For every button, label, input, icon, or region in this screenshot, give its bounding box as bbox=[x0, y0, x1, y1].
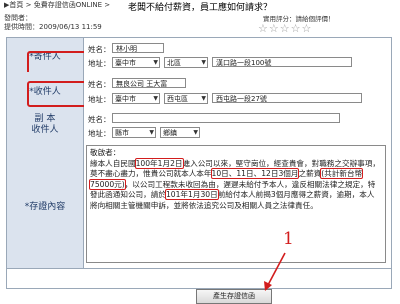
chevron-down-icon: ▼ bbox=[149, 129, 154, 136]
date-label: 提供時間：2009/06/13 11:59 bbox=[4, 23, 102, 31]
sender-row: *寄件人 姓名： 林小明 地址： 臺中市 ▼ 北區 ▼ 漢口路一段100號 bbox=[7, 38, 391, 77]
cc-fields: 姓名： 地址： 縣市 ▼ 鄉鎮 ▼ bbox=[84, 108, 391, 142]
letter-textarea[interactable]: 敬啟者： 緣本人自民國100年1月2日進入公司以來，堅守崗位，經查貴會，對職務之… bbox=[86, 145, 386, 263]
cc-city-select[interactable]: 縣市 ▼ bbox=[112, 127, 156, 138]
recipient-city-select[interactable]: 臺中市 ▼ bbox=[112, 93, 160, 104]
cc-name-label: 姓名： bbox=[88, 115, 111, 124]
chevron-down-icon: ▼ bbox=[193, 129, 198, 136]
content-fields: 敬啟者： 緣本人自民國100年1月2日進入公司以來，堅守崗位，經查貴會，對職務之… bbox=[84, 142, 391, 268]
cc-name-input[interactable] bbox=[112, 113, 340, 123]
chevron-down-icon: ▼ bbox=[201, 95, 206, 102]
recipient-name-input[interactable]: 無良公司 王大富 bbox=[112, 78, 186, 88]
breadcrumb[interactable]: ▶首頁 > 免費存證信函ONLINE > bbox=[4, 0, 110, 10]
sender-address-label: 地址： bbox=[88, 59, 111, 68]
sender-fields: 姓名： 林小明 地址： 臺中市 ▼ 北區 ▼ 漢口路一段100號 bbox=[84, 38, 391, 72]
recipient-highlight-box bbox=[27, 81, 87, 107]
question-meta: 發問者： 提供時間：2009/06/13 11:59 實用評分：請給個評價！ ☆… bbox=[0, 11, 400, 35]
recipient-row: *收件人 姓名： 無良公司 王大富 地址： 臺中市 ▼ 西屯區 ▼ 西屯路一段27號 bbox=[7, 72, 391, 109]
letter-greeting: 敬啟者： bbox=[90, 148, 121, 157]
cc-district-select[interactable]: 鄉鎮 ▼ bbox=[160, 127, 200, 138]
chevron-down-icon: ▼ bbox=[153, 95, 158, 102]
chevron-down-icon: ▼ bbox=[153, 59, 158, 66]
cc-address-label: 地址： bbox=[88, 129, 111, 138]
sender-name-input[interactable]: 林小明 bbox=[112, 43, 164, 53]
annotation-number: 1 bbox=[283, 229, 294, 249]
recipient-street-input[interactable]: 西屯路一段27號 bbox=[212, 93, 362, 103]
content-label: *存證內容 bbox=[24, 201, 66, 212]
letter-form: *寄件人 姓名： 林小明 地址： 臺中市 ▼ 北區 ▼ 漢口路一段100號 *收件人… bbox=[6, 37, 392, 289]
top-bar: ▶首頁 > 免費存證信函ONLINE > 老闆不給付薪資，員工應如何請求？ bbox=[0, 0, 400, 13]
recipient-fields: 姓名： 無良公司 王大富 地址： 臺中市 ▼ 西屯區 ▼ 西屯路一段27號 bbox=[84, 72, 391, 108]
content-row: *存證內容 敬啟者： 緣本人自民國100年1月2日進入公司以來，堅守崗位，經查貴… bbox=[7, 142, 391, 269]
chevron-down-icon: ▼ bbox=[201, 59, 206, 66]
recipient-name-label: 姓名： bbox=[88, 80, 111, 89]
highlight-months: 10日、11日、12日3個月 bbox=[210, 168, 300, 179]
recipient-district-select[interactable]: 西屯區 ▼ bbox=[164, 93, 208, 104]
content-label-cell: *存證內容 bbox=[7, 142, 84, 268]
highlight-start-date: 100年1月2日 bbox=[134, 157, 184, 169]
rating-stars[interactable]: ☆☆☆☆☆ bbox=[258, 22, 312, 35]
generate-letter-button[interactable]: 產生存證信函 bbox=[196, 289, 272, 304]
sender-name-label: 姓名： bbox=[88, 45, 111, 54]
recipient-address-label: 地址： bbox=[88, 95, 111, 104]
letter-body: 緣本人自民國100年1月2日進入公司以來，堅守崗位，經查貴會，對職務之交辦事項，… bbox=[88, 157, 380, 210]
sender-city-select[interactable]: 臺中市 ▼ bbox=[112, 57, 160, 68]
highlight-deadline: 101年1月30日 bbox=[164, 189, 219, 200]
sender-street-input[interactable]: 漢口路一段100號 bbox=[212, 57, 352, 67]
cc-label: 副 本 收件人 bbox=[31, 114, 59, 135]
cc-row: 副 本 收件人 姓名： 地址： 縣市 ▼ 鄉鎮 ▼ bbox=[7, 108, 391, 143]
submit-area: 產生存證信函 bbox=[6, 287, 390, 304]
sender-district-select[interactable]: 北區 ▼ bbox=[164, 57, 208, 68]
cc-label-cell: 副 本 收件人 bbox=[7, 108, 84, 142]
